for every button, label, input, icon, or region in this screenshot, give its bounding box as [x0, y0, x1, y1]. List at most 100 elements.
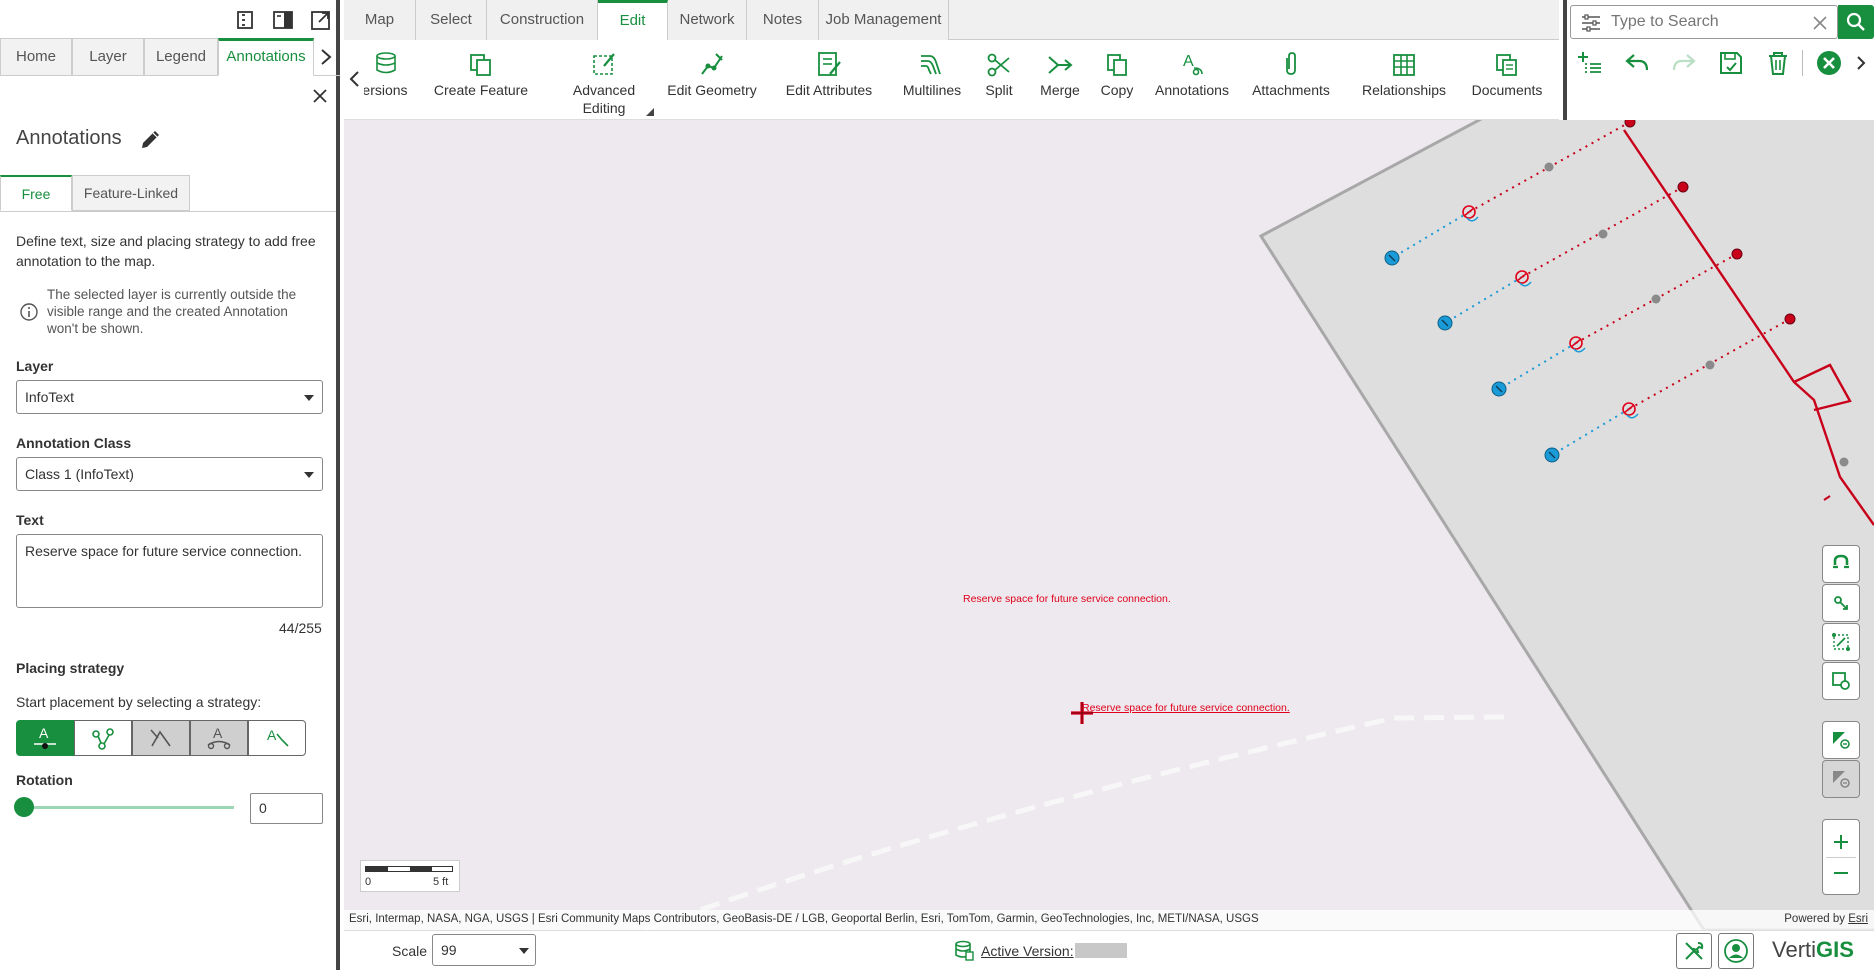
subtab-feature-linked[interactable]: Feature-Linked — [72, 175, 190, 211]
snap-vertex-button[interactable] — [1822, 584, 1860, 622]
relationships-button[interactable]: Relationships — [1352, 50, 1456, 98]
strategy-curve-button[interactable]: A — [190, 720, 248, 756]
layer-settings-icon — [1832, 672, 1850, 690]
search-input[interactable] — [1611, 10, 1791, 34]
documents-button[interactable]: Documents — [1464, 50, 1550, 98]
create-feature-label: Create Feature — [433, 82, 529, 98]
strategy-angle-button[interactable] — [132, 720, 190, 756]
svg-text:A: A — [213, 725, 223, 741]
create-feature-icon — [470, 54, 491, 76]
tab-notes[interactable]: Notes — [747, 0, 819, 40]
dropdown-corner-icon[interactable] — [646, 108, 654, 116]
esri-link[interactable]: Esri — [1848, 913, 1868, 925]
tab-legend[interactable]: Legend — [144, 38, 218, 76]
strategy-leader-button[interactable] — [74, 720, 132, 756]
chevron-right-icon[interactable] — [1855, 55, 1867, 71]
search-box[interactable] — [1570, 5, 1838, 39]
add-list-icon[interactable] — [1577, 50, 1603, 76]
edit-geometry-button[interactable]: Edit Geometry — [662, 50, 762, 98]
clear-search-icon[interactable] — [1813, 16, 1827, 30]
map-view[interactable]: Reserve space for future service connect… — [344, 120, 1874, 930]
text-point-icon: A — [34, 725, 56, 749]
tab-job-management[interactable]: Job Management — [819, 0, 949, 40]
tools-button[interactable] — [1676, 933, 1712, 969]
edit-attributes-icon — [818, 52, 841, 76]
relationships-label: Relationships — [1361, 82, 1447, 98]
tab-network[interactable]: Network — [668, 0, 747, 40]
active-version-link[interactable]: Active Version: — [981, 943, 1074, 959]
split-label: Split — [985, 82, 1013, 98]
edit-attributes-button[interactable]: Edit Attributes — [774, 50, 884, 98]
annotations-button[interactable]: A Annotations — [1152, 50, 1232, 98]
attachments-button[interactable]: Attachments — [1246, 50, 1336, 98]
rotation-slider-track[interactable] — [20, 806, 234, 809]
tab-construction[interactable]: Construction — [487, 0, 598, 40]
annotation-text-input[interactable]: Reserve space for future service connect… — [16, 534, 323, 608]
undo-icon[interactable] — [1624, 50, 1650, 76]
edit-ribbon: ersions Create Feature Advanced Editing … — [344, 40, 1559, 120]
next-extent-button[interactable] — [1822, 760, 1860, 798]
filter-sliders-icon[interactable] — [1581, 14, 1601, 32]
strategy-point-button[interactable]: A — [16, 720, 74, 756]
split-button[interactable]: Split — [974, 50, 1024, 98]
search-button[interactable] — [1838, 5, 1874, 39]
save-icon[interactable] — [1718, 50, 1744, 76]
tab-edit[interactable]: Edit — [598, 0, 668, 40]
discard-edits-icon[interactable] — [1765, 50, 1791, 76]
advanced-editing-label-2: Editing — [582, 100, 626, 116]
rotation-input[interactable]: 0 — [250, 793, 323, 824]
tab-layer[interactable]: Layer — [72, 38, 144, 76]
caret-down-icon — [304, 472, 314, 478]
chevron-left-icon[interactable] — [348, 70, 360, 88]
snap-edge-button[interactable] — [1822, 623, 1860, 661]
layer-label: Layer — [16, 358, 54, 374]
layer-select[interactable]: InfoText — [16, 380, 323, 414]
versions-button[interactable]: ersions — [364, 50, 408, 98]
create-feature-button[interactable]: Create Feature — [426, 50, 536, 98]
dock-left-icon[interactable] — [233, 8, 257, 32]
subtab-free[interactable]: Free — [0, 175, 72, 211]
chevron-right-icon[interactable] — [318, 48, 334, 66]
previous-extent-button[interactable] — [1822, 721, 1860, 759]
zoom-out-icon[interactable] — [1830, 858, 1852, 888]
panel-title: Annotations — [16, 127, 122, 149]
cancel-edit-icon[interactable] — [1816, 50, 1842, 76]
merge-button[interactable]: Merge — [1030, 50, 1090, 98]
rotation-slider-thumb[interactable] — [14, 797, 34, 817]
scale-bar: 0 5 ft — [360, 860, 460, 892]
copy-label: Copy — [1100, 82, 1134, 98]
pop-out-icon[interactable] — [309, 8, 333, 32]
placing-strategy-hint: Start placement by selecting a strategy: — [16, 694, 262, 710]
map-annotation-preview[interactable]: Reserve space for future service connect… — [1082, 702, 1290, 714]
left-tab-bar: Home Layer Legend Annotations — [0, 38, 340, 76]
tab-map[interactable]: Map — [344, 0, 416, 40]
table-grid-icon — [1393, 54, 1415, 76]
snap-edge-icon — [1832, 633, 1850, 651]
svg-text:A: A — [39, 725, 49, 741]
copy-button[interactable]: Copy — [1092, 50, 1142, 98]
scale-bar-ticks — [365, 866, 453, 872]
advanced-editing-label-1: Advanced — [572, 82, 636, 98]
map-annotation-text[interactable]: Reserve space for future service connect… — [963, 593, 1171, 605]
map-canvas[interactable] — [344, 120, 1874, 930]
snapping-button[interactable] — [1822, 545, 1860, 583]
close-icon[interactable] — [312, 88, 328, 104]
curved-text-icon: A — [207, 725, 231, 750]
strategy-follow-line-button[interactable]: A — [248, 720, 306, 756]
snap-layers-button[interactable] — [1822, 662, 1860, 700]
user-button[interactable] — [1718, 933, 1754, 969]
parcel-polygon[interactable] — [1258, 120, 1874, 930]
tab-select[interactable]: Select — [416, 0, 487, 40]
main-tab-bar: Map Select Construction Edit Network Not… — [344, 0, 1559, 40]
split-view-icon[interactable] — [271, 8, 295, 32]
tab-home[interactable]: Home — [0, 38, 72, 76]
zoom-in-icon[interactable] — [1830, 827, 1852, 857]
tab-annotations[interactable]: Annotations — [218, 38, 314, 76]
redo-icon[interactable] — [1671, 50, 1697, 76]
advanced-editing-button[interactable]: Advanced Editing — [554, 50, 654, 116]
annotation-class-select[interactable]: Class 1 (InfoText) — [16, 457, 323, 491]
divider — [0, 211, 336, 212]
multilines-button[interactable]: Multilines — [892, 50, 972, 98]
pencil-icon[interactable] — [139, 127, 163, 151]
scale-select[interactable]: 99 — [432, 934, 536, 966]
